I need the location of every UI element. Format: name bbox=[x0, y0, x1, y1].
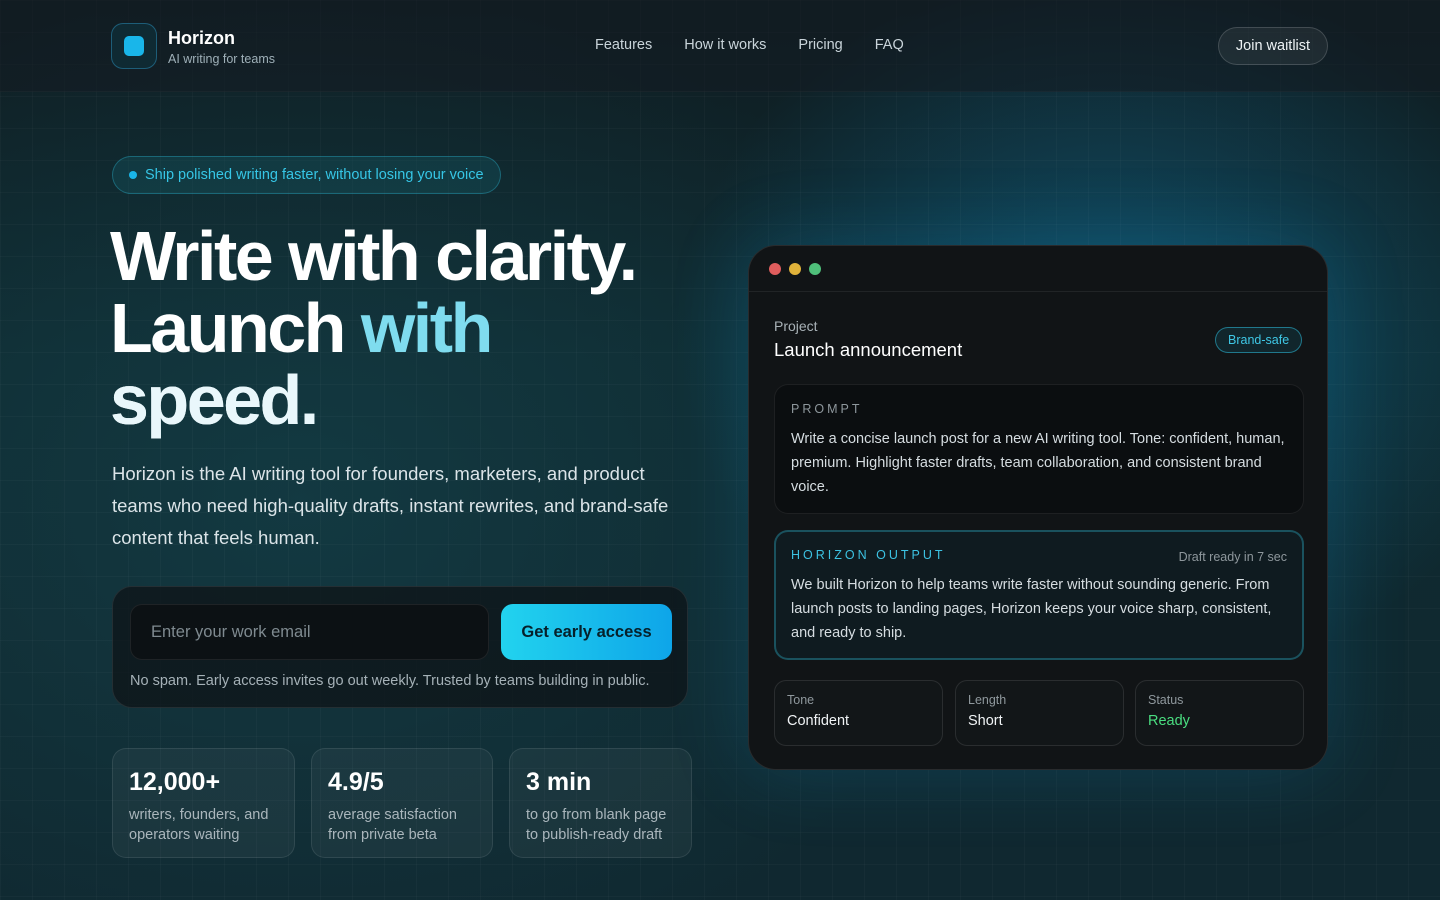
setting-status[interactable]: Status Ready bbox=[1135, 680, 1304, 746]
stat-value: 12,000+ bbox=[129, 768, 221, 796]
nav-pricing[interactable]: Pricing bbox=[798, 37, 842, 53]
signup-panel: Get early access No spam. Early access i… bbox=[112, 586, 688, 708]
headline-line-1: Write with clarity. bbox=[110, 217, 638, 295]
setting-label: Status bbox=[1148, 693, 1184, 707]
setting-value: Confident bbox=[787, 713, 850, 729]
prompt-text: Write a concise launch post for a new AI… bbox=[791, 431, 1285, 495]
headline-word-launch: Launch bbox=[110, 289, 346, 367]
output-text: We built Horizon to help teams write fas… bbox=[791, 577, 1272, 641]
hero-headline: Write with clarity. Launch with speed. bbox=[110, 220, 710, 436]
window-title-bar bbox=[749, 246, 1327, 292]
stat-card-time: 3 min to go from blank page to publish-r… bbox=[509, 748, 692, 858]
window-close-dot-icon bbox=[769, 263, 781, 275]
brand-safe-badge: Brand-safe bbox=[1215, 327, 1303, 353]
window-maximize-dot-icon bbox=[809, 263, 821, 275]
project-label: Project bbox=[774, 318, 818, 334]
prompt-label: PROMPT bbox=[791, 402, 863, 416]
nav-faq[interactable]: FAQ bbox=[875, 37, 904, 53]
main-nav: Features How it works Pricing FAQ bbox=[595, 37, 904, 53]
product-preview-card: Project Launch announcement Brand-safe P… bbox=[748, 245, 1328, 770]
stat-value: 4.9/5 bbox=[328, 768, 384, 796]
prompt-box[interactable]: PROMPT Write a concise launch post for a… bbox=[774, 384, 1304, 514]
top-nav-bar: Horizon AI writing for teams Features Ho… bbox=[0, 0, 1440, 92]
work-email-input[interactable] bbox=[130, 604, 489, 660]
brand[interactable]: Horizon AI writing for teams bbox=[111, 23, 275, 69]
hero-pill-badge: Ship polished writing faster, without lo… bbox=[112, 156, 501, 194]
brand-tagline: AI writing for teams bbox=[168, 51, 275, 66]
pill-dot-icon bbox=[129, 171, 137, 179]
get-early-access-button[interactable]: Get early access bbox=[501, 604, 672, 660]
status-value: Ready bbox=[1148, 713, 1190, 729]
stat-card-waiting: 12,000+ writers, founders, and operators… bbox=[112, 748, 295, 858]
headline-line-3: speed. bbox=[110, 361, 319, 439]
project-title: Launch announcement bbox=[774, 339, 963, 360]
window-minimize-dot-icon bbox=[789, 263, 801, 275]
stat-label: average satisfaction from private beta bbox=[328, 807, 457, 843]
setting-label: Tone bbox=[787, 693, 815, 707]
pill-text: Ship polished writing faster, without lo… bbox=[145, 167, 484, 183]
signup-note: No spam. Early access invites go out wee… bbox=[130, 673, 650, 689]
headline-word-with: with bbox=[360, 289, 493, 367]
horizon-logo-icon bbox=[111, 23, 157, 69]
setting-label: Length bbox=[968, 693, 1007, 707]
stat-card-satisfaction: 4.9/5 average satisfaction from private … bbox=[311, 748, 493, 858]
stat-value: 3 min bbox=[526, 768, 592, 796]
brand-name: Horizon bbox=[168, 27, 235, 48]
output-meta: Draft ready in 7 sec bbox=[1178, 550, 1287, 564]
setting-value: Short bbox=[968, 713, 1003, 729]
output-box[interactable]: HORIZON OUTPUT Draft ready in 7 sec We b… bbox=[774, 530, 1304, 660]
stat-label: to go from blank page to publish-ready d… bbox=[526, 807, 667, 843]
setting-length[interactable]: Length Short bbox=[955, 680, 1124, 746]
nav-features[interactable]: Features bbox=[595, 37, 652, 53]
join-waitlist-button[interactable]: Join waitlist bbox=[1218, 27, 1328, 65]
setting-tone[interactable]: Tone Confident bbox=[774, 680, 943, 746]
hero-description: Horizon is the AI writing tool for found… bbox=[112, 463, 669, 548]
stat-label: writers, founders, and operators waiting bbox=[129, 807, 269, 843]
nav-how-it-works[interactable]: How it works bbox=[684, 37, 766, 53]
